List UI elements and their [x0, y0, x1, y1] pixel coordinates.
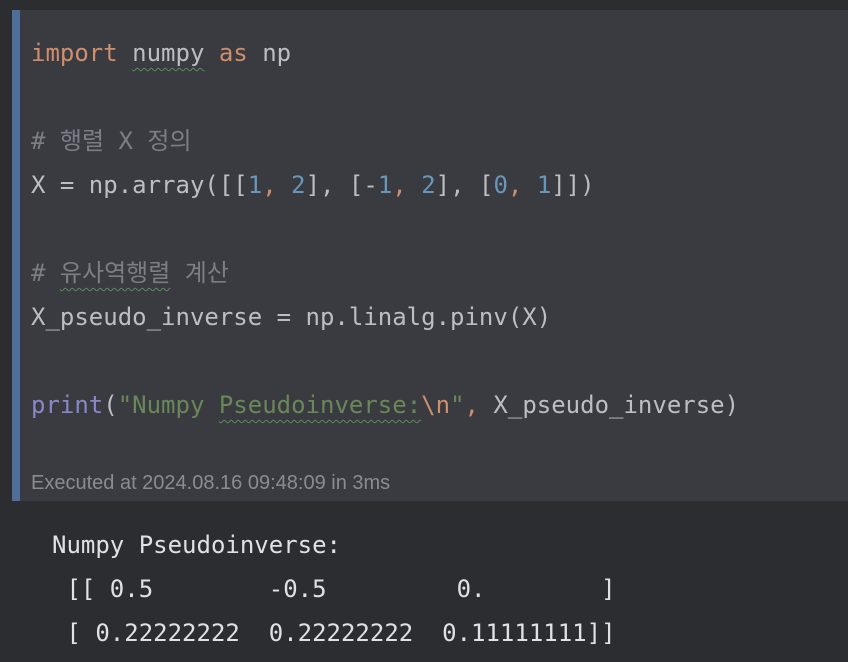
cell-selection-bar [12, 10, 20, 501]
string-literal: " [450, 391, 465, 419]
number: 2 [291, 171, 306, 199]
bracket: ], [435, 171, 479, 199]
output-row-1: [[ 0.5 -0.5 0. ] [52, 575, 616, 603]
pinv-assign: X_pseudo_inverse = np.linalg.pinv(X) [31, 303, 552, 331]
print-argument: X_pseudo_inverse [493, 391, 725, 419]
bracket: [- [348, 171, 378, 199]
output-row-2: [ 0.22222222 0.22222222 0.11111111]] [52, 619, 616, 647]
execution-info: Executed at 2024.08.16 09:48:09 in 3ms [31, 472, 391, 494]
number: 2 [421, 171, 436, 199]
builtin-print: print [31, 391, 104, 419]
code-cell[interactable]: import numpy as np # 행렬 X 정의 X = np.arra… [12, 10, 848, 501]
number: 1 [377, 171, 393, 199]
code-line-pinv: X_pseudo_inverse = np.linalg.pinv(X) [31, 295, 551, 339]
keyword-import: import [31, 39, 118, 67]
number: 1 [536, 171, 552, 199]
comment-hash: # [31, 127, 60, 155]
bracket: ], [305, 171, 349, 199]
output-label: Numpy Pseudoinverse: [52, 531, 341, 559]
module-alias: np [262, 39, 292, 67]
code-line-comment-2: # 유사역행렬 계산 [31, 251, 229, 295]
comma: , [464, 391, 494, 419]
notebook-view: import numpy as np # 행렬 X 정의 X = np.arra… [0, 0, 848, 662]
cell-output: Numpy Pseudoinverse: [[ 0.5 -0.5 0. ] [ … [0, 501, 848, 662]
number: 0 [493, 171, 508, 199]
comma: , [507, 171, 537, 199]
comma: , [392, 171, 422, 199]
string-squiggled-word: Pseudoinverse: [218, 391, 422, 419]
bracket: ]]) [551, 171, 595, 199]
bracket: [ [479, 171, 494, 199]
top-strip [0, 0, 848, 10]
array-assign: X = np.array([[ [31, 171, 248, 199]
comment-text: 행렬 X 정의 [59, 127, 192, 155]
escape-sequence: \n [421, 391, 451, 419]
code-line-array: X = np.array([[1, 2], [-1, 2], [0, 1]]) [31, 163, 595, 207]
comment-squiggled-word: 유사역행렬 [59, 259, 171, 287]
paren: ( [103, 391, 118, 419]
comma: , [262, 171, 292, 199]
keyword-as: as [218, 39, 248, 67]
code-line-comment-1: # 행렬 X 정의 [31, 119, 192, 163]
code-line-print: print("Numpy Pseudoinverse:\n", X_pseudo… [31, 383, 739, 427]
code-editor[interactable]: import numpy as np # 행렬 X 정의 X = np.arra… [31, 10, 848, 582]
string-literal: "Numpy [117, 391, 219, 419]
module-name: numpy [132, 39, 205, 67]
output-text: Numpy Pseudoinverse: [[ 0.5 -0.5 0. ] [ … [52, 523, 616, 655]
paren: ) [724, 391, 740, 419]
comment-hash: # [31, 259, 60, 287]
comment-text: 계산 [170, 259, 229, 287]
code-line-import: import numpy as np [31, 31, 291, 75]
number: 1 [247, 171, 263, 199]
